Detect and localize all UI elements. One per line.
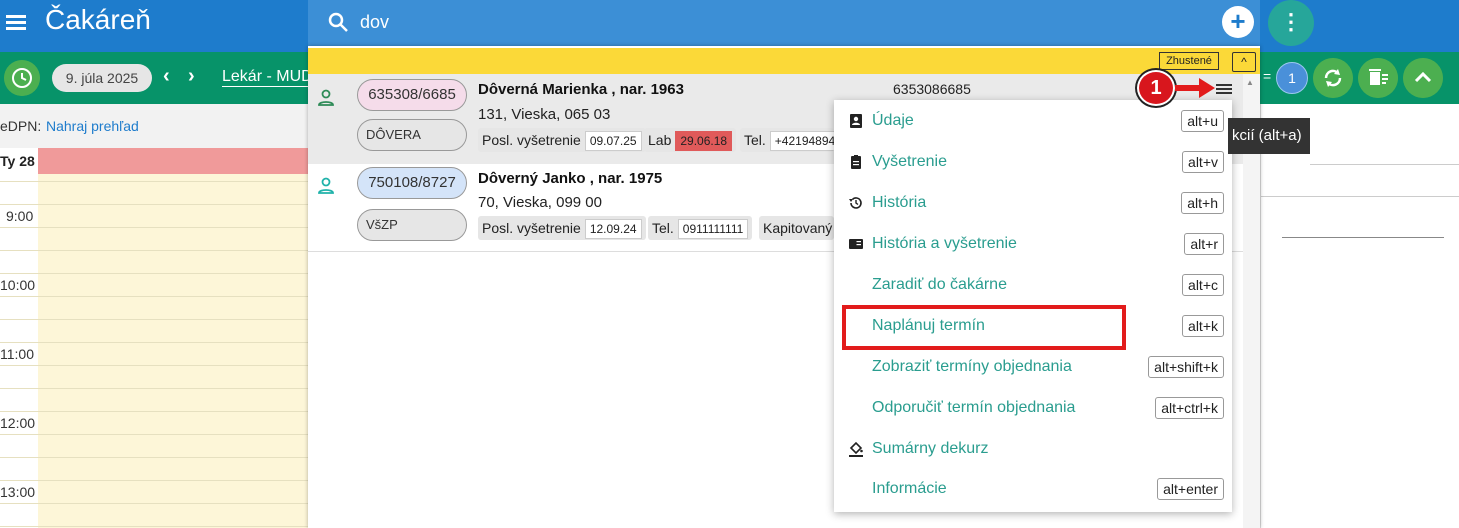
menu-item-odporucit-termin[interactable]: Odporučiť termín objednania alt+ctrl+k — [834, 388, 1232, 429]
menu-item-vysetrenie[interactable]: Vyšetrenie alt+v — [834, 142, 1232, 183]
lab-label: Lab — [648, 132, 672, 148]
last-exam-date: 12.09.24 — [584, 219, 642, 240]
history-icon — [849, 197, 862, 209]
tel-value: 0911111111 — [677, 219, 749, 240]
menu-item-zobrazit-terminy[interactable]: Zobraziť termíny objednania alt+shift+k — [834, 347, 1232, 388]
time-label: 11:00 — [0, 346, 34, 362]
time-label: 9:00 — [6, 208, 34, 224]
last-exam-date: 09.07.25 — [584, 131, 642, 152]
menu-item-historia[interactable]: História alt+h — [834, 183, 1232, 224]
patient-name[interactable]: Dôverná Marienka , nar. 1963 — [478, 81, 684, 98]
tel-chip: Tel. 0911111111 — [648, 216, 753, 240]
patient-name[interactable]: Dôverný Janko , nar. 1975 — [478, 170, 662, 187]
search-input[interactable]: dov — [360, 12, 389, 33]
search-bar[interactable] — [308, 0, 1260, 46]
calendar-day-bar — [38, 148, 308, 174]
menu-item-udaje[interactable]: Údaje alt+u — [834, 101, 1232, 142]
chevron-up-icon[interactable] — [1403, 58, 1443, 98]
contact-card-icon — [850, 114, 862, 128]
count-badge[interactable]: 1 — [1276, 62, 1308, 94]
shortcut-badge: alt+ctrl+k — [1155, 397, 1224, 419]
paint-bucket-icon — [849, 441, 863, 457]
capitation-chip: Kapitovaný — [759, 216, 834, 240]
shortcut-badge: alt+u — [1181, 110, 1224, 132]
more-options-icon[interactable]: ⋮ — [1268, 0, 1314, 46]
book-icon — [849, 239, 863, 249]
tooltip: kcií (alt+a) — [1228, 118, 1310, 154]
edpn-load-link[interactable]: Nahraj prehľad — [46, 118, 139, 134]
calendar-slots: 9:00 10:00 11:00 12:00 13:00 — [0, 174, 308, 528]
add-button[interactable]: + — [1222, 6, 1254, 38]
lab-chip: Lab 29.06.18 — [644, 128, 737, 152]
tel-label: Tel. — [744, 132, 766, 148]
menu-item-label: Údaje — [872, 112, 914, 129]
tel-label: Tel. — [652, 220, 674, 236]
insurance-badge: VšZP — [357, 209, 467, 241]
step-marker: 1 — [1137, 70, 1175, 106]
search-icon — [328, 12, 348, 32]
lab-date: 29.06.18 — [675, 131, 733, 152]
insurance-badge: DÔVERA — [357, 119, 467, 151]
shortcut-badge: alt+v — [1182, 151, 1224, 173]
edpn-label: eDPN: — [0, 118, 42, 134]
clock-icon[interactable] — [4, 60, 40, 96]
shortcut-badge: alt+k — [1182, 315, 1224, 337]
menu-item-zaradit-do-cakarne[interactable]: Zaradiť do čakárne alt+c — [834, 265, 1232, 306]
menu-item-informacie[interactable]: Informácie alt+enter — [834, 469, 1232, 510]
patient-address: 70, Vieska, 099 00 — [478, 194, 602, 211]
menu-item-label: Zobraziť termíny objednania — [872, 358, 1072, 375]
highlight-annotation — [842, 305, 1126, 350]
row-actions-menu-icon[interactable] — [1216, 82, 1234, 96]
calendar-day-header: Ty 28 — [0, 153, 35, 169]
menu-item-label: História — [872, 194, 927, 211]
collapse-results-button[interactable]: ^ — [1232, 52, 1256, 72]
app-title: Čakáreň — [45, 4, 151, 35]
shortcut-badge: alt+r — [1184, 233, 1224, 255]
chevron-left-icon[interactable]: ‹ — [163, 65, 170, 88]
hamburger-menu-icon[interactable] — [6, 12, 32, 34]
menu-item-label: História a vyšetrenie — [872, 235, 1017, 252]
panel-divider — [1260, 104, 1261, 528]
shortcut-badge: alt+shift+k — [1148, 356, 1224, 378]
shortcut-badge: alt+enter — [1157, 478, 1224, 500]
scroll-up-icon[interactable]: ▲ — [1246, 78, 1254, 87]
shortcut-badge: alt+h — [1181, 192, 1224, 214]
dense-view-toggle[interactable]: Zhustené — [1159, 52, 1219, 70]
menu-item-historia-a-vysetrenie[interactable]: História a vyšetrenie alt+r — [834, 224, 1232, 265]
person-icon — [318, 89, 334, 106]
date-picker[interactable]: 9. júla 2025 — [52, 64, 152, 92]
time-label: 13:00 — [0, 484, 36, 500]
right-panel — [1260, 104, 1459, 528]
birth-number-badge[interactable]: 635308/6685 — [357, 79, 467, 111]
menu-item-label: Zaradiť do čakárne — [872, 276, 1007, 293]
shortcut-badge: alt+c — [1182, 274, 1224, 296]
arrow-right-icon — [1175, 78, 1215, 98]
person-icon — [318, 177, 334, 194]
chevron-right-icon[interactable]: › — [188, 65, 195, 88]
count-prefix: = — [1263, 68, 1272, 84]
results-header-bar — [308, 48, 1260, 74]
last-exam-chip: Posl. vyšetrenie 12.09.24 — [478, 216, 646, 240]
menu-item-sumarny-dekurz[interactable]: Sumárny dekurz — [834, 429, 1232, 470]
patient-address: 131, Vieska, 065 03 — [478, 106, 611, 123]
patient-phone: 6353086685 — [893, 81, 971, 97]
menu-item-label: Odporučiť termín objednania — [872, 399, 1076, 416]
time-label: 12:00 — [0, 415, 36, 431]
birth-number-badge[interactable]: 750108/8727 — [357, 167, 467, 199]
delete-list-icon[interactable] — [1358, 58, 1398, 98]
clipboard-icon — [851, 155, 861, 169]
menu-item-label: Informácie — [872, 480, 947, 497]
doctor-selector[interactable]: Lekár - MUD — [222, 68, 313, 87]
time-label: 10:00 — [0, 277, 36, 293]
tel-chip: Tel. +42194894 — [740, 128, 834, 152]
menu-item-label: Sumárny dekurz — [872, 440, 989, 457]
last-exam-label: Posl. vyšetrenie — [482, 132, 581, 148]
refresh-icon[interactable] — [1313, 58, 1353, 98]
tel-value: +42194894 — [769, 131, 834, 152]
last-exam-chip: Posl. vyšetrenie 09.07.25 — [478, 128, 646, 152]
menu-item-label: Vyšetrenie — [872, 153, 947, 170]
last-exam-label: Posl. vyšetrenie — [482, 220, 581, 236]
